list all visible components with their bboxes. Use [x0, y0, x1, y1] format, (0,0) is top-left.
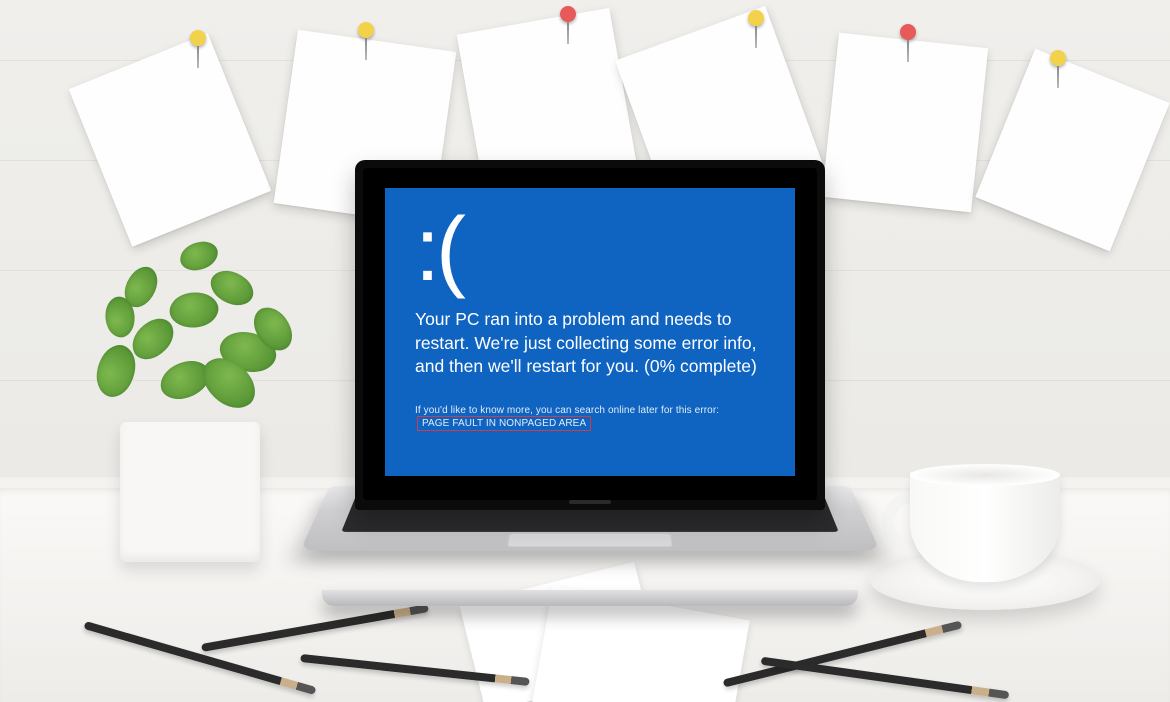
- bsod-screen: :( Your PC ran into a problem and needs …: [385, 188, 795, 476]
- laptop-lid: :( Your PC ran into a problem and needs …: [355, 160, 825, 510]
- laptop-trackpad: [507, 533, 673, 547]
- laptop-bezel: :( Your PC ran into a problem and needs …: [363, 168, 817, 500]
- bsod-hint-prefix: If you'd like to know more, you can sear…: [415, 405, 719, 416]
- laptop-brand-mark: [569, 500, 611, 504]
- push-pin-icon: [748, 10, 764, 26]
- coffee-cup: [910, 472, 1060, 582]
- laptop-screen: :( Your PC ran into a problem and needs …: [385, 188, 795, 476]
- push-pin-icon: [900, 24, 916, 40]
- plant: [70, 212, 310, 432]
- plant-pot: [120, 422, 260, 562]
- pinned-note: [975, 49, 1169, 252]
- bsod-sad-face-icon: :(: [415, 214, 767, 286]
- push-pin-icon: [190, 30, 206, 46]
- scene: :( Your PC ran into a problem and needs …: [0, 0, 1170, 702]
- laptop: :( Your PC ran into a problem and needs …: [330, 160, 850, 630]
- push-pin-icon: [560, 6, 576, 22]
- bsod-error-code: PAGE FAULT IN NONPAGED AREA: [417, 416, 591, 431]
- push-pin-icon: [1050, 50, 1066, 66]
- bsod-hint: If you'd like to know more, you can sear…: [415, 405, 767, 431]
- laptop-front-edge: [322, 590, 858, 606]
- push-pin-icon: [358, 22, 374, 38]
- bsod-message: Your PC ran into a problem and needs to …: [415, 308, 767, 379]
